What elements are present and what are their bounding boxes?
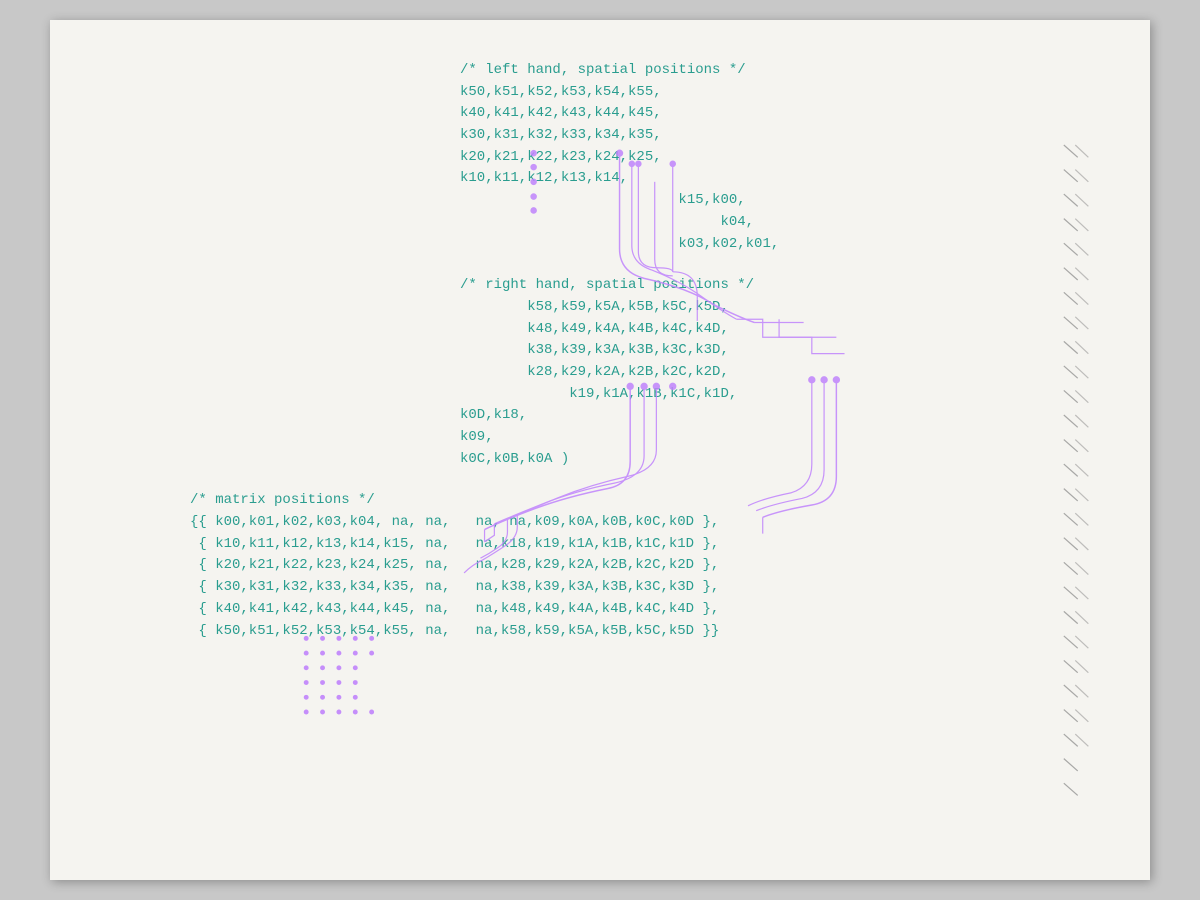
matrix-row-0: {{ k00,k01,k02,k03,k04, na, na, na, na,k… (190, 512, 1090, 534)
matrix-comment: /* matrix positions */ (190, 490, 1090, 512)
page-content: /* left hand, spatial positions */ k50,k… (190, 60, 1090, 860)
right-hand-row-0: k58,k59,k5A,k5B,k5C,k5D, (460, 297, 1090, 319)
left-hand-row-2: k30,k31,k32,k33,k34,k35, (460, 125, 1090, 147)
right-hand-comment: /* right hand, spatial positions */ (460, 275, 1090, 297)
matrix-row-2: { k20,k21,k22,k23,k24,k25, na, na,k28,k2… (190, 555, 1090, 577)
right-hand-section: /* right hand, spatial positions */ k58,… (460, 275, 1090, 470)
right-hand-row-4: k19,k1A,k1B,k1C,k1D, (460, 384, 1090, 406)
matrix-row-3: { k30,k31,k32,k33,k34,k35, na, na,k38,k3… (190, 577, 1090, 599)
left-hand-row-3: k20,k21,k22,k23,k24,k25, (460, 147, 1090, 169)
right-hand-row-1: k48,k49,k4A,k4B,k4C,k4D, (460, 319, 1090, 341)
left-hand-comment: /* left hand, spatial positions */ (460, 60, 1090, 82)
right-hand-extra-0: k0D,k18, (460, 405, 1090, 427)
matrix-section: /* matrix positions */ {{ k00,k01,k02,k0… (190, 490, 1090, 642)
matrix-row-1: { k10,k11,k12,k13,k14,k15, na, na,k18,k1… (190, 534, 1090, 556)
left-hand-row-1: k40,k41,k42,k43,k44,k45, (460, 103, 1090, 125)
page: /* left hand, spatial positions */ k50,k… (50, 20, 1150, 880)
right-hand-row-3: k28,k29,k2A,k2B,k2C,k2D, (460, 362, 1090, 384)
left-hand-extra-1: k04, (460, 212, 1090, 234)
right-hand-row-2: k38,k39,k3A,k3B,k3C,k3D, (460, 340, 1090, 362)
left-hand-section: /* left hand, spatial positions */ k50,k… (460, 60, 1090, 255)
left-hand-row-4: k10,k11,k12,k13,k14, (460, 168, 1090, 190)
left-hand-extra-0: k15,k00, (460, 190, 1090, 212)
left-hand-extra-2: k03,k02,k01, (460, 234, 1090, 256)
matrix-row-5: { k50,k51,k52,k53,k54,k55, na, na,k58,k5… (190, 621, 1090, 643)
right-hand-extra-2: k0C,k0B,k0A ) (460, 449, 1090, 471)
left-hand-row-0: k50,k51,k52,k53,k54,k55, (460, 82, 1090, 104)
matrix-row-4: { k40,k41,k42,k43,k44,k45, na, na,k48,k4… (190, 599, 1090, 621)
right-hand-extra-1: k09, (460, 427, 1090, 449)
